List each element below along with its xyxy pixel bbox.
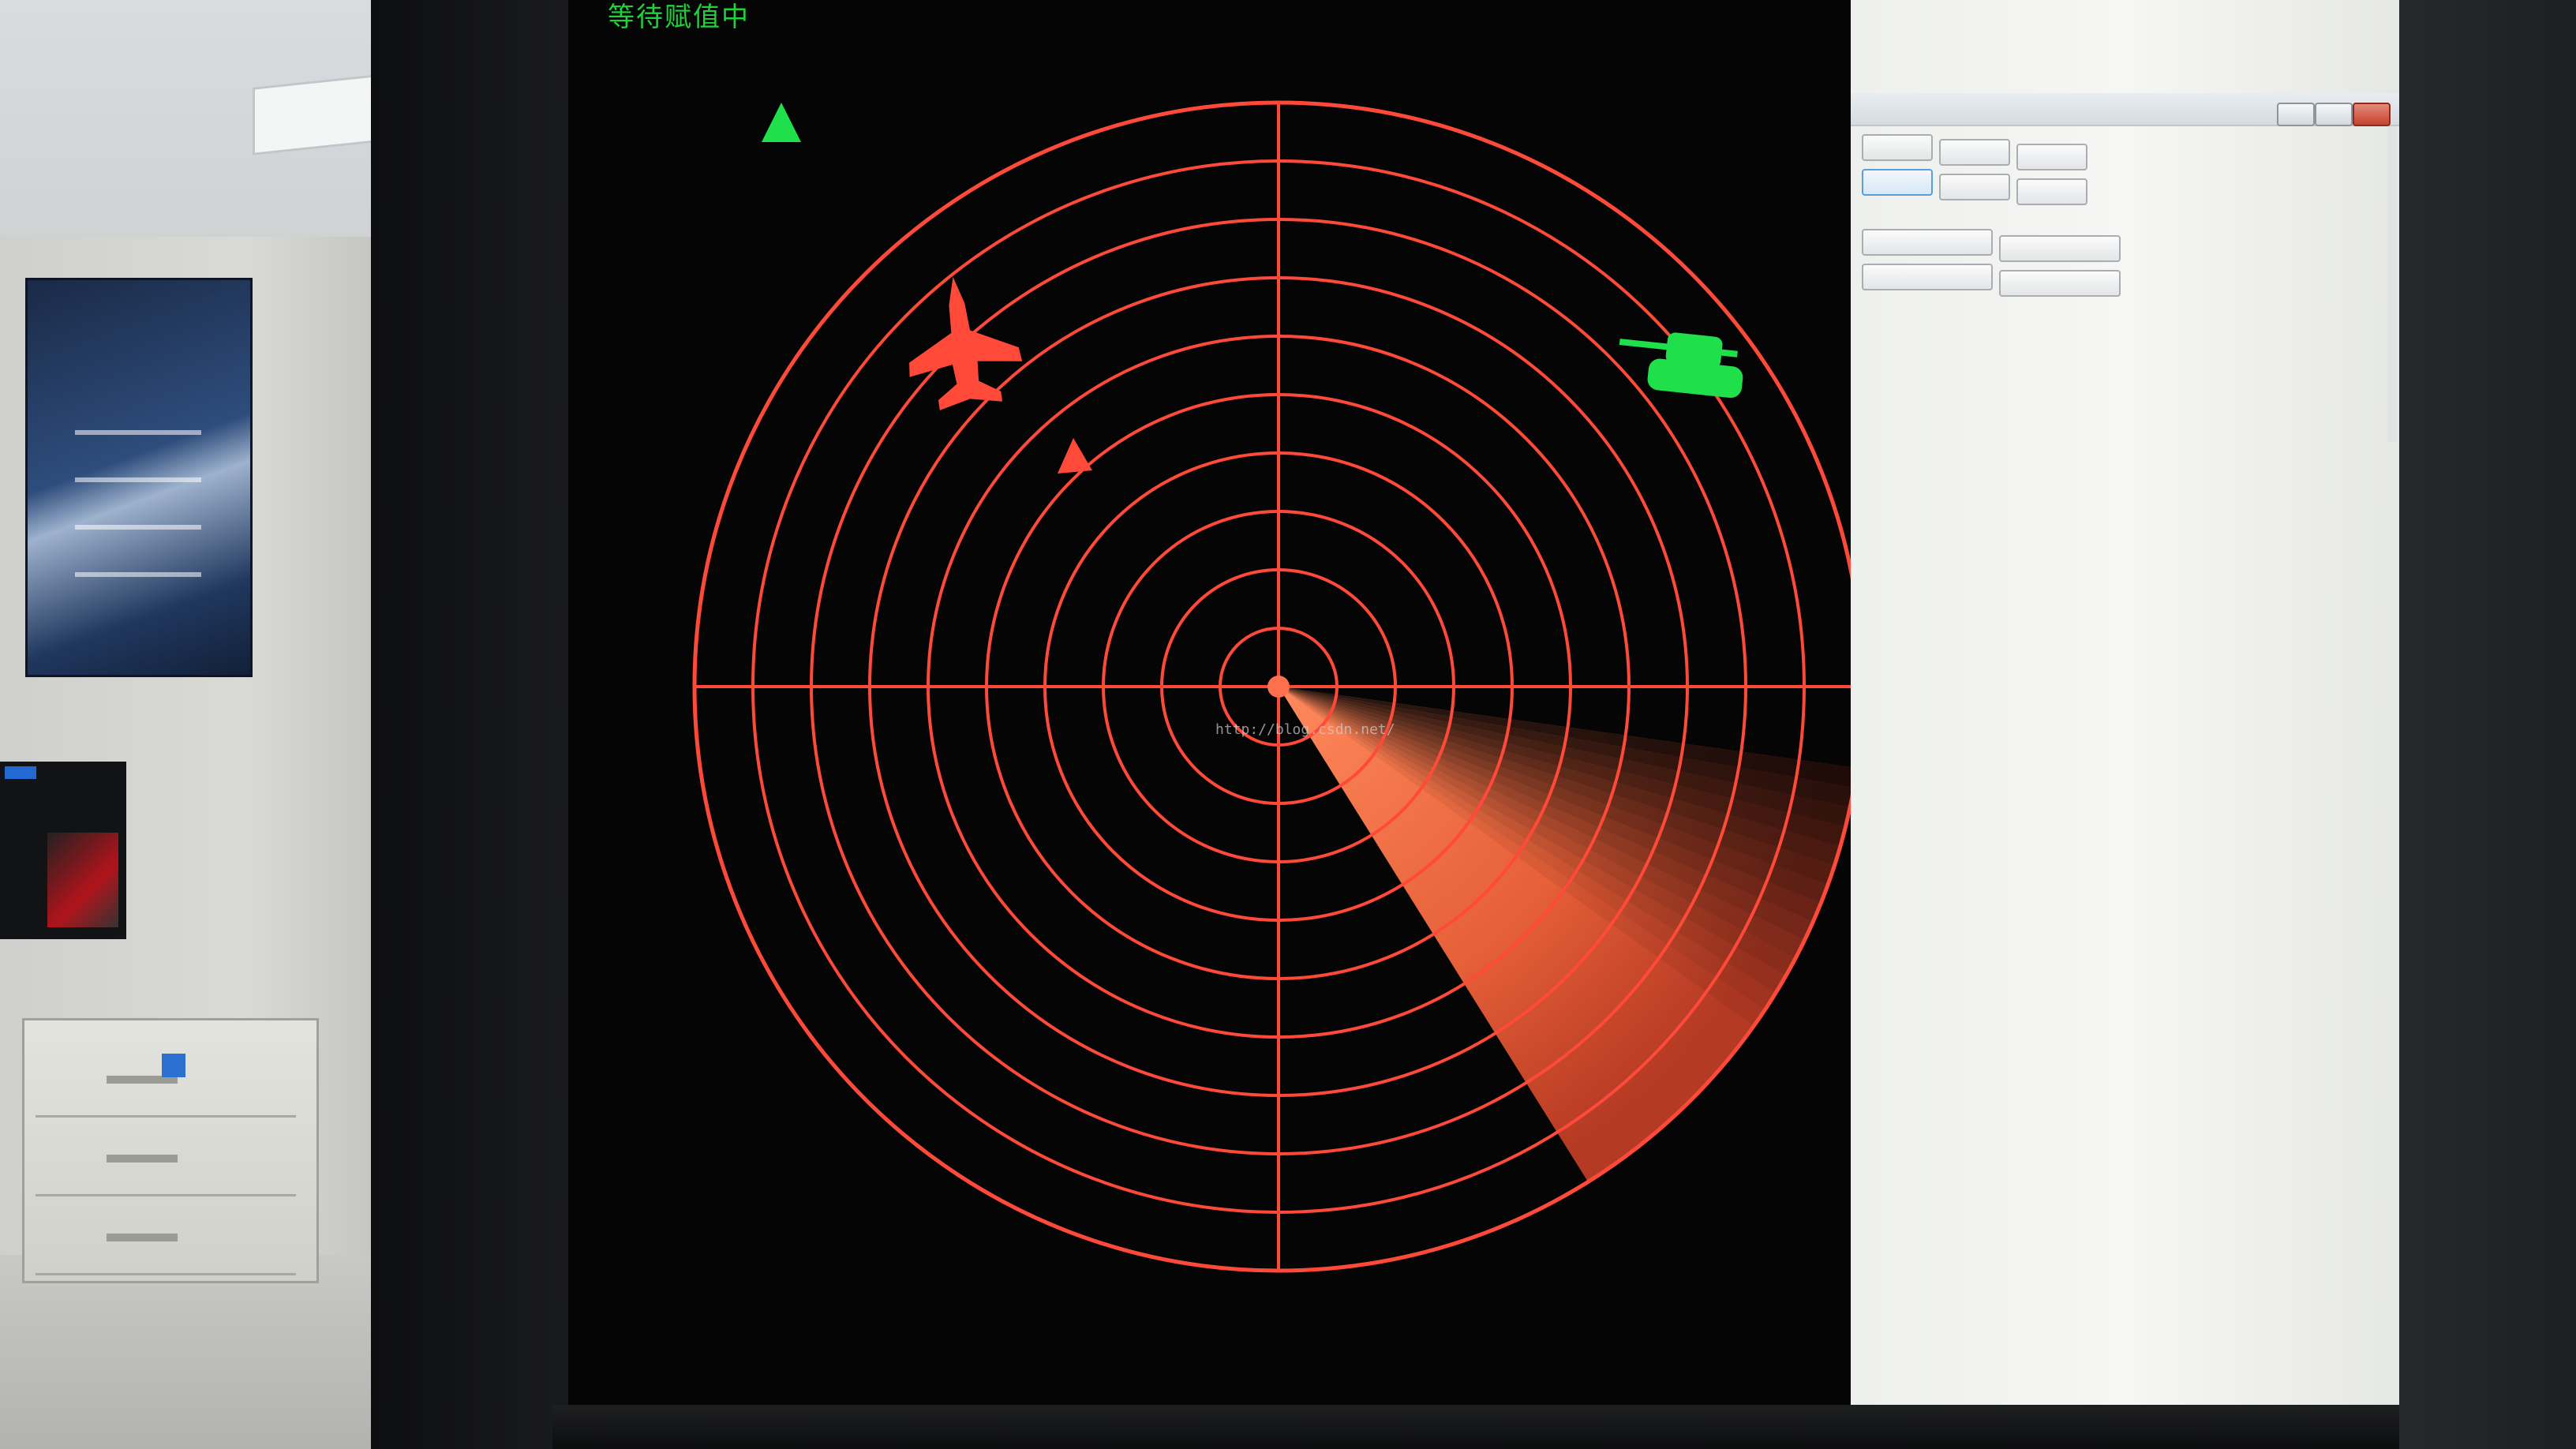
monitor-screen: [47, 833, 118, 927]
wall-poster: [25, 278, 253, 677]
close-icon[interactable]: [2353, 103, 2391, 126]
panel-button-6[interactable]: [2016, 178, 2087, 205]
control-panel: [1851, 0, 2399, 1421]
ceiling: [0, 0, 415, 245]
panel-button-1[interactable]: [1862, 134, 1933, 161]
radar-center-dot: [1267, 676, 1290, 698]
drawer-handle: [107, 1155, 178, 1163]
radar-view[interactable]: 等待赋值中 http://blog.csdn.net/: [568, 0, 1851, 1421]
panel-button-9[interactable]: [1862, 264, 1993, 290]
poster-text-line: [75, 572, 201, 577]
poster-text-line: [75, 525, 201, 530]
watermark: http://blog.csdn.net/: [1215, 721, 1395, 738]
drawer-handle: [107, 1234, 178, 1241]
friendly-triangle-icon[interactable]: [762, 103, 801, 142]
monitor-bottom-bezel: [552, 1405, 2399, 1449]
floor: [0, 1255, 410, 1449]
panel-button-2[interactable]: [1939, 139, 2010, 166]
maximize-icon[interactable]: [2315, 103, 2353, 126]
background-monitor: [0, 762, 126, 939]
hostile-triangle-icon[interactable]: [1058, 438, 1092, 474]
panel-button-4[interactable]: [1862, 169, 1933, 196]
radar-display[interactable]: http://blog.csdn.net/: [568, 0, 1851, 1421]
monitor-sticker: [5, 766, 36, 779]
panel-button-7[interactable]: [1862, 229, 1993, 256]
tank-icon[interactable]: [1615, 327, 1747, 399]
blue-label: [162, 1054, 185, 1077]
panel-button-8[interactable]: [1999, 235, 2121, 262]
cabinet-drawer: [36, 1202, 296, 1275]
cabinet-drawer: [36, 1123, 296, 1196]
panel-button-10[interactable]: [1999, 270, 2121, 297]
panel-button-3[interactable]: [2016, 144, 2087, 170]
panel-scrollbar[interactable]: [2387, 126, 2397, 442]
poster-text-line: [75, 430, 201, 435]
panel-button-5[interactable]: [1939, 174, 2010, 200]
minimize-icon[interactable]: [2277, 103, 2315, 126]
radar-sweep: [1279, 687, 1851, 1182]
monitor-screen-area: 等待赋值中 http://blog.csdn.net/: [568, 0, 2399, 1421]
monitor-bezel-right: [2399, 0, 2576, 1449]
poster-text-line: [75, 477, 201, 482]
